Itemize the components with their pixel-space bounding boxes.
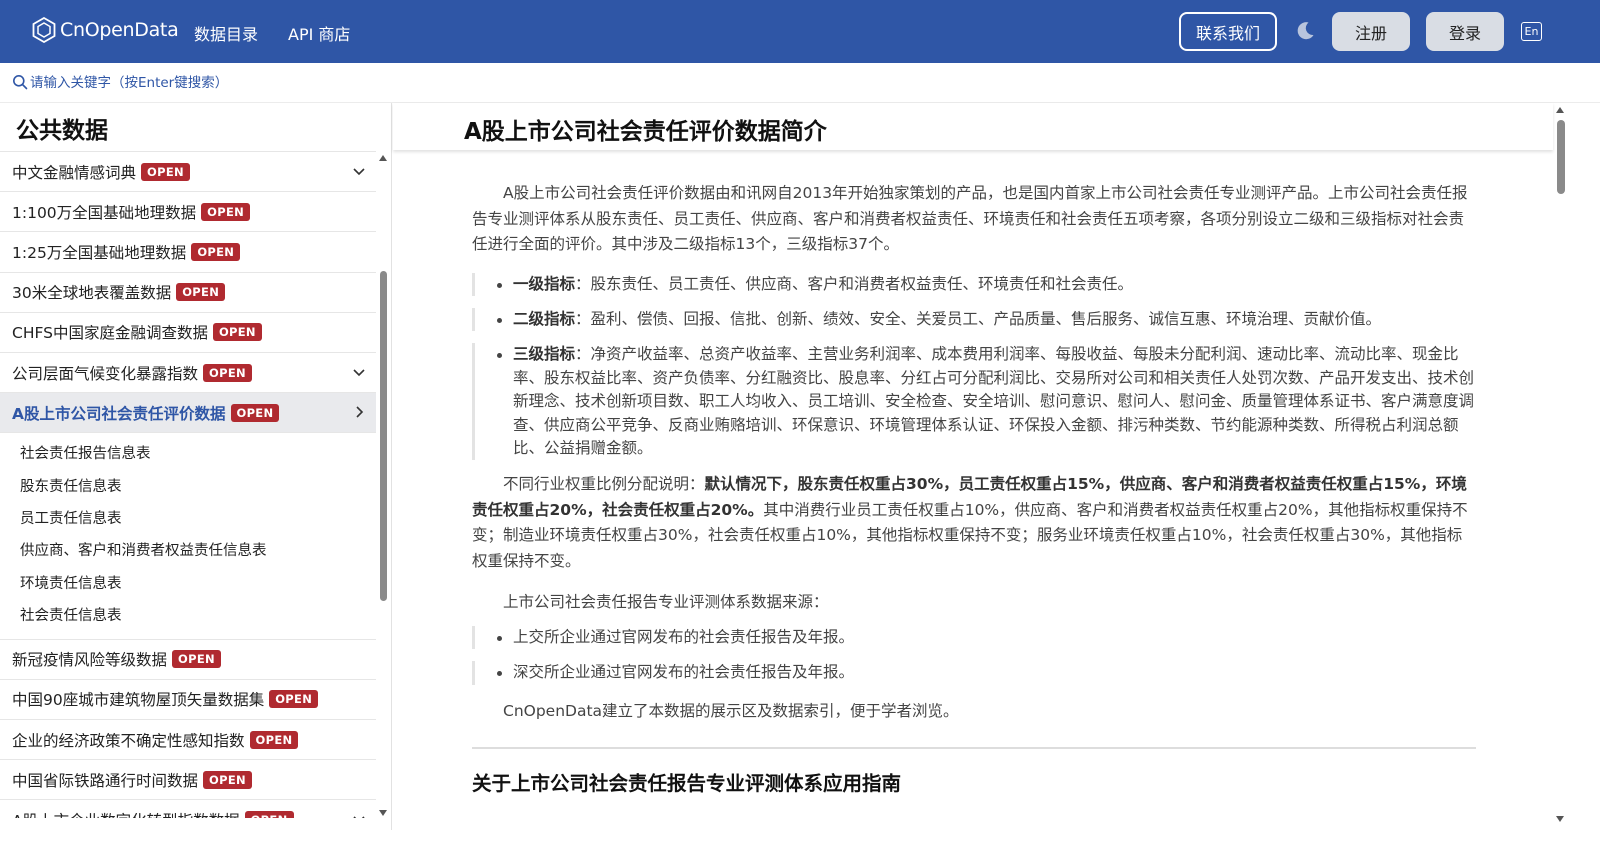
- open-badge: OPEN: [230, 403, 280, 422]
- sub-table-item[interactable]: 供应商、客户和消费者权益责任信息表: [0, 535, 376, 567]
- open-badge: OPEN: [141, 162, 190, 181]
- weight-paragraph: 不同行业权重比例分配说明：默认情况下，股东责任权重占30%，员工责任权重占15%…: [472, 472, 1476, 574]
- sidebar-scrollbar-thumb[interactable]: [380, 271, 387, 601]
- sidebar-item-label: A股上市企业数字化转型指数数据: [12, 809, 240, 818]
- register-button[interactable]: 注册: [1332, 12, 1410, 51]
- contact-us-button[interactable]: 联系我们: [1179, 12, 1277, 51]
- sidebar-title: 公共数据: [16, 118, 108, 144]
- top-navigation-bar: CnOpenData 数据目录 API 商店 联系我们 注册 登录 En: [0, 0, 1600, 63]
- sidebar-item[interactable]: 30米全球地表覆盖数据 OPEN: [0, 273, 376, 313]
- chevron-down-icon[interactable]: [352, 812, 366, 818]
- sidebar-item-label: A股上市公司社会责任评价数据: [12, 404, 226, 423]
- chevron-down-icon[interactable]: [352, 164, 366, 178]
- closing-paragraph: CnOpenData建立了本数据的展示区及数据索引，便于学者浏览。: [503, 701, 959, 720]
- intro-paragraph: A股上市公司社会责任评价数据由和讯网自2013年开始独家策划的产品，也是国内首家…: [472, 184, 1468, 253]
- source-block: 深交所企业通过官网发布的社会责任报告及年报。: [472, 661, 1476, 685]
- indicator-text: ：净资产收益率、总资产收益率、主营业务利润率、成本费用利润率、每股收益、每股未分…: [513, 345, 1475, 457]
- sidebar-item[interactable]: 新冠疫情风险等级数据 OPEN: [0, 640, 376, 680]
- open-badge: OPEN: [212, 323, 262, 342]
- sidebar-item-label: 中国省际铁路通行时间数据: [12, 771, 199, 790]
- language-toggle-icon[interactable]: En: [1521, 22, 1542, 41]
- open-badge: OPEN: [244, 811, 294, 818]
- page-scrollbar-thumb[interactable]: [1557, 120, 1565, 194]
- nav-data-catalog[interactable]: 数据目录: [194, 21, 258, 45]
- page-title: A股上市公司社会责任评价数据简介: [464, 119, 827, 145]
- source-item: 上交所企业通过官网发布的社会责任报告及年报。: [497, 626, 1476, 649]
- indicator-block: 三级指标：净资产收益率、总资产收益率、主营业务利润率、成本费用利润率、每股收益、…: [472, 343, 1476, 461]
- site-logo[interactable]: CnOpenData: [32, 17, 179, 43]
- section-heading: 关于上市公司社会责任报告专业评测体系应用指南: [472, 772, 902, 796]
- sub-table-item[interactable]: 社会责任报告信息表: [0, 438, 376, 470]
- source-item: 深交所企业通过官网发布的社会责任报告及年报。: [497, 661, 1476, 684]
- indicator-label: 二级指标: [513, 309, 576, 328]
- content-body: A股上市公司社会责任评价数据由和讯网自2013年开始独家策划的产品，也是国内首家…: [472, 150, 1476, 830]
- open-badge: OPEN: [249, 730, 299, 749]
- chevron-right-icon[interactable]: [352, 405, 366, 419]
- sidebar-item[interactable]: 1:100万全国基础地理数据 OPEN: [0, 192, 376, 233]
- logo-text: CnOpenData: [60, 19, 179, 41]
- sidebar-item[interactable]: 中国90座城市建筑物屋顶矢量数据集 OPEN: [0, 680, 376, 721]
- moon-icon[interactable]: [1294, 20, 1316, 42]
- sidebar-item-label: 中文金融情感词典: [12, 163, 137, 182]
- sidebar-item[interactable]: 1:25万全国基础地理数据 OPEN: [0, 232, 376, 273]
- search-input[interactable]: [30, 71, 430, 95]
- search-icon: [13, 75, 28, 90]
- page-scroll-down-arrow[interactable]: [1556, 816, 1564, 822]
- indicator-label: 一级指标: [513, 274, 576, 293]
- open-badge: OPEN: [203, 363, 252, 382]
- hexagon-logo-icon: [32, 17, 56, 43]
- content-header: A股上市公司社会责任评价数据简介: [393, 103, 1553, 150]
- search-bar: [0, 63, 1600, 103]
- indicator-text: ：盈利、偿债、回报、信批、创新、绩效、安全、关爱员工、产品质量、售后服务、诚信互…: [575, 309, 1382, 328]
- sidebar-item-label: 1:100万全国基础地理数据: [12, 203, 197, 222]
- sub-table-item[interactable]: 社会责任信息表: [0, 600, 376, 632]
- sidebar-item[interactable]: A股上市企业数字化转型指数数据 OPEN: [0, 800, 376, 818]
- source-intro: 上市公司社会责任报告专业评测体系数据来源：: [503, 593, 829, 612]
- open-badge: OPEN: [172, 650, 221, 669]
- page-scroll-up-arrow[interactable]: [1556, 107, 1564, 113]
- dataset-list: 中文金融情感词典 OPEN 1:100万全国基础地理数据 OPEN 1:25万全国基础地…: [0, 151, 376, 818]
- sub-table-item[interactable]: 环境责任信息表: [0, 568, 376, 600]
- sidebar-item[interactable]: 中国省际铁路通行时间数据 OPEN: [0, 760, 376, 801]
- open-badge: OPEN: [191, 242, 241, 261]
- open-badge: OPEN: [201, 202, 251, 221]
- sidebar-item[interactable]: 中文金融情感词典 OPEN: [0, 152, 376, 193]
- sub-table-item[interactable]: 员工责任信息表: [0, 503, 376, 535]
- indicator-label: 三级指标: [513, 345, 576, 364]
- section-divider: [472, 747, 1476, 750]
- sidebar-item-label: 1:25万全国基础地理数据: [12, 243, 187, 262]
- sidebar-item-active[interactable]: A股上市公司社会责任评价数据 OPEN: [0, 393, 376, 434]
- indicator-item: 二级指标：盈利、偿债、回报、信批、创新、绩效、安全、关爱员工、产品质量、售后服务…: [497, 308, 1476, 331]
- sidebar-item-label: CHFS中国家庭金融调查数据: [12, 324, 208, 343]
- sidebar-item-label: 企业的经济政策不确定性感知指数: [12, 731, 245, 750]
- sub-table-item[interactable]: 股东责任信息表: [0, 471, 376, 503]
- sidebar: 公共数据 中文金融情感词典 OPEN 1:100万全国基础地理数据 OPEN 1:25万…: [0, 103, 392, 830]
- open-badge: OPEN: [176, 283, 226, 302]
- login-button[interactable]: 登录: [1426, 12, 1504, 51]
- sidebar-scroll-down-arrow[interactable]: [379, 810, 387, 816]
- weight-intro: 不同行业权重比例分配说明：: [503, 475, 705, 494]
- nav-api-store[interactable]: API 商店: [288, 21, 350, 45]
- sidebar-scroll-up-arrow[interactable]: [379, 155, 387, 161]
- sidebar-item[interactable]: 企业的经济政策不确定性感知指数 OPEN: [0, 720, 376, 761]
- sidebar-item[interactable]: 公司层面气候变化暴露指数 OPEN: [0, 353, 376, 394]
- sub-table-list: 社会责任报告信息表 股东责任信息表 员工责任信息表 供应商、客户和消费者权益责任信息表…: [0, 433, 376, 640]
- indicator-item: 三级指标：净资产收益率、总资产收益率、主营业务利润率、成本费用利润率、每股收益、…: [497, 343, 1476, 460]
- source-block: 上交所企业通过官网发布的社会责任报告及年报。: [472, 625, 1476, 650]
- indicator-block: 二级指标：盈利、偿债、回报、信批、创新、绩效、安全、关爱员工、产品质量、售后服务…: [472, 307, 1476, 332]
- indicator-text: ：股东责任、员工责任、供应商、客户和消费者权益责任、环境责任和社会责任。: [575, 274, 1134, 293]
- sidebar-item[interactable]: CHFS中国家庭金融调查数据 OPEN: [0, 313, 376, 353]
- indicator-item: 一级指标：股东责任、员工责任、供应商、客户和消费者权益责任、环境责任和社会责任。: [497, 273, 1476, 296]
- indicator-block: 一级指标：股东责任、员工责任、供应商、客户和消费者权益责任、环境责任和社会责任。: [472, 272, 1476, 296]
- sidebar-item-label: 公司层面气候变化暴露指数: [12, 364, 199, 383]
- sidebar-item-label: 30米全球地表覆盖数据: [12, 284, 172, 303]
- open-badge: OPEN: [203, 770, 252, 789]
- open-badge: OPEN: [269, 690, 319, 709]
- sidebar-item-label: 中国90座城市建筑物屋顶矢量数据集: [12, 691, 265, 710]
- sidebar-item-label: 新冠疫情风险等级数据: [12, 651, 168, 670]
- chevron-down-icon[interactable]: [352, 365, 366, 379]
